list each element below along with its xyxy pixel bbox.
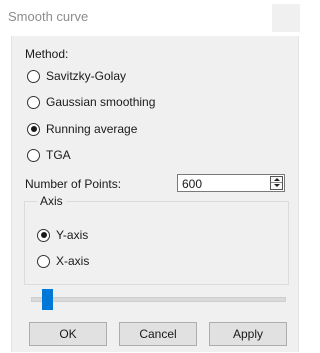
slider-thumb[interactable] <box>42 289 53 310</box>
ok-button[interactable]: OK <box>29 322 107 346</box>
spin-buttons[interactable] <box>270 176 283 190</box>
radio-label: Running average <box>46 122 138 136</box>
radio-savitzky-golay[interactable]: Savitzky-Golay <box>27 68 126 84</box>
close-button[interactable] <box>272 4 300 32</box>
number-of-points-label: Number of Points: <box>25 177 122 191</box>
radio-button[interactable] <box>27 69 40 83</box>
title-bar: Smooth curve <box>0 0 302 36</box>
apply-button[interactable]: Apply <box>209 322 287 346</box>
spin-divider <box>271 182 282 183</box>
radio-button[interactable] <box>27 122 40 136</box>
number-of-points-value: 600 <box>182 177 203 191</box>
number-of-points-input[interactable]: 600 <box>177 174 285 192</box>
radio-button[interactable] <box>27 148 40 162</box>
window-title: Smooth curve <box>8 9 89 24</box>
radio-label: X-axis <box>56 254 90 268</box>
radio-button[interactable] <box>27 95 40 109</box>
spin-down-icon[interactable] <box>274 184 280 187</box>
axis-groupbox: Axis Y-axis X-axis <box>24 194 289 285</box>
axis-group-label: Axis <box>37 194 66 208</box>
method-label: Method: <box>25 47 69 61</box>
radio-label: Gaussian smoothing <box>46 95 156 109</box>
radio-label: Y-axis <box>56 228 89 242</box>
radio-gaussian-smoothing[interactable]: Gaussian smoothing <box>27 94 155 110</box>
radio-button[interactable] <box>37 254 50 268</box>
radio-x-axis[interactable]: X-axis <box>37 253 89 269</box>
slider-track[interactable] <box>31 297 286 302</box>
radio-button[interactable] <box>37 228 50 242</box>
radio-label: Savitzky-Golay <box>46 69 127 83</box>
spin-up-icon[interactable] <box>274 178 280 181</box>
radio-running-average[interactable]: Running average <box>27 121 137 137</box>
radio-y-axis[interactable]: Y-axis <box>37 227 88 243</box>
radio-label: TGA <box>46 148 71 162</box>
radio-tga[interactable]: TGA <box>27 147 71 163</box>
cancel-button[interactable]: Cancel <box>119 322 197 346</box>
dialog-panel: Method: Savitzky-Golay Gaussian smoothin… <box>11 36 299 352</box>
